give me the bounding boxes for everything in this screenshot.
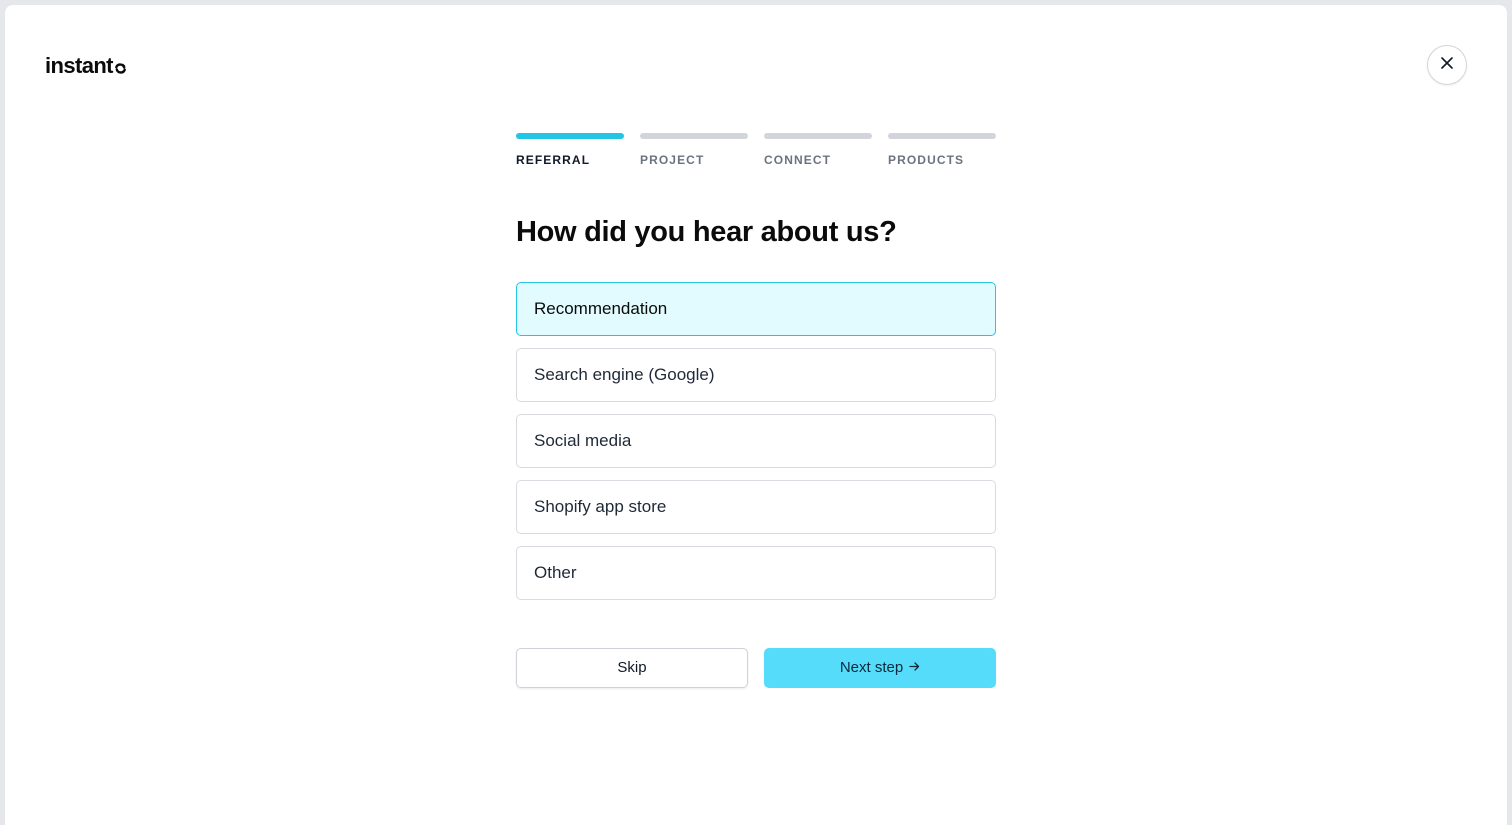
refresh-icon [114,58,127,75]
step-bar [888,133,996,139]
action-buttons: Skip Next step [516,647,996,688]
step-label: PROJECT [640,153,705,167]
step-label: CONNECT [764,153,832,167]
step-connect: CONNECT [764,133,872,167]
referral-options: Recommendation Search engine (Google) So… [516,281,996,600]
option-shopify-app-store[interactable]: Shopify app store [516,479,996,534]
step-bar [516,133,624,139]
option-other[interactable]: Other [516,545,996,600]
progress-stepper: REFERRAL PROJECT CONNECT PRODUCTS [516,133,996,167]
step-label: REFERRAL [516,153,591,167]
skip-button[interactable]: Skip [516,647,748,688]
step-products: PRODUCTS [888,133,996,167]
next-step-button-label: Next step [839,659,904,677]
question-title: How did you hear about us? [516,216,897,248]
close-icon [1441,56,1453,74]
step-project: PROJECT [640,133,748,167]
option-recommendation[interactable]: Recommendation [516,281,996,336]
step-label: PRODUCTS [888,153,965,167]
step-bar [764,133,872,139]
skip-button-label: Skip [617,659,647,677]
step-referral: REFERRAL [516,133,624,167]
step-bar [640,133,748,139]
close-button[interactable] [1427,45,1467,85]
brand-logo: instant [45,53,127,79]
option-social-media[interactable]: Social media [516,413,996,468]
next-step-button[interactable]: Next step [764,647,996,688]
option-search-engine[interactable]: Search engine (Google) [516,347,996,402]
arrow-right-icon [909,659,920,676]
brand-name: instant [45,53,114,78]
onboarding-content: REFERRAL PROJECT CONNECT PRODUCTS How di… [516,133,996,688]
onboarding-modal: instant REFERRAL PROJECT CONNECT PRODUCT… [5,5,1507,825]
